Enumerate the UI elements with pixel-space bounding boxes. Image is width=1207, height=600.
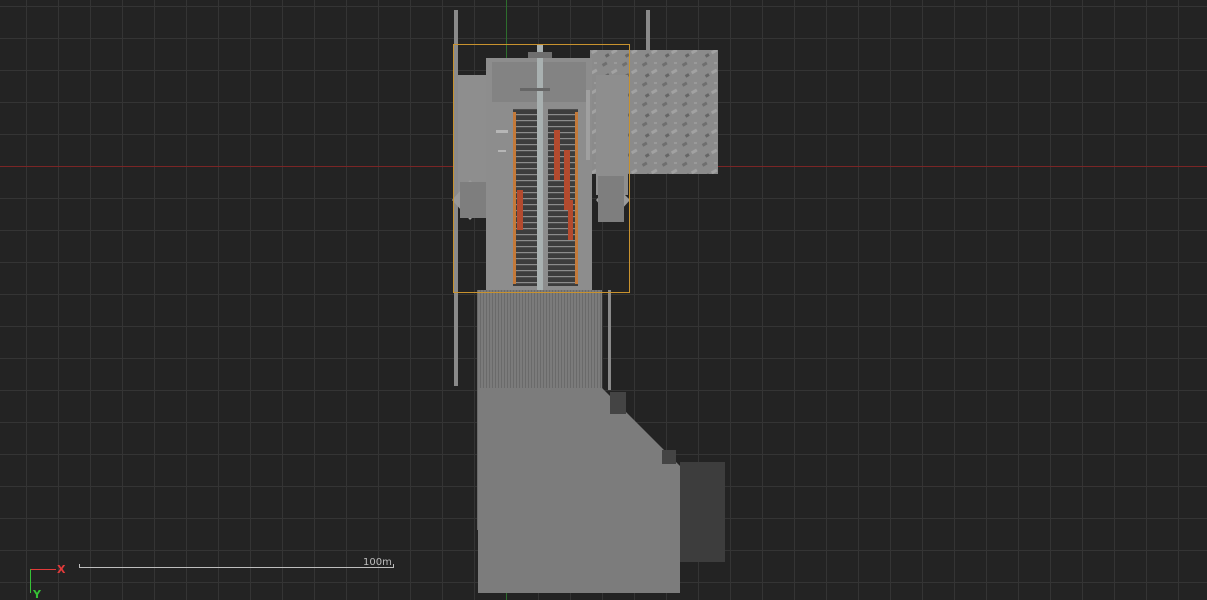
viewport-canvas[interactable]: 100m X Y <box>0 0 1207 600</box>
axis-gizmo-y <box>30 569 31 593</box>
scene-geometry <box>452 10 725 593</box>
axis-gizmo-x <box>30 569 56 570</box>
concrete-pad <box>478 388 725 593</box>
station-building <box>452 44 630 290</box>
axis-gizmo-x-label: X <box>57 563 66 576</box>
scale-bar-label: 100m <box>363 557 392 568</box>
scale-bar <box>79 564 394 568</box>
axis-gizmo-y-label: Y <box>33 588 41 600</box>
